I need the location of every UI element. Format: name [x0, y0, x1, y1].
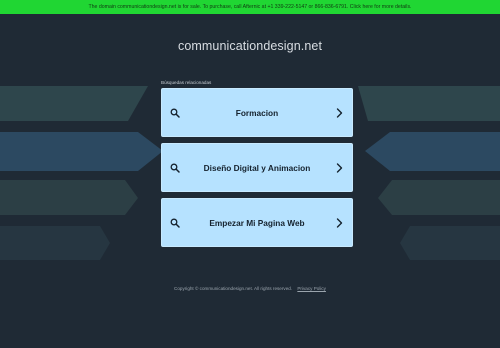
bg-shape-right-4 — [400, 226, 500, 260]
privacy-policy-link[interactable]: Privacy Policy — [297, 286, 326, 291]
related-search-label: Diseño Digital y Animacion — [203, 162, 311, 173]
related-searches-heading: Búsquedas relacionadas — [161, 80, 212, 85]
chevron-right-icon — [336, 162, 343, 173]
bg-shape-right-3 — [378, 180, 500, 215]
related-search-empezar-pagina[interactable]: Empezar Mi Pagina Web — [161, 198, 353, 247]
chevron-right-icon — [336, 217, 343, 228]
bg-shape-left-2 — [0, 132, 163, 171]
bg-shape-right-1 — [358, 86, 500, 121]
related-search-diseno-digital[interactable]: Diseño Digital y Animacion — [161, 143, 353, 192]
domain-title: communicationdesign.net — [177, 39, 323, 53]
related-search-formacion[interactable]: Formacion — [161, 88, 353, 137]
related-search-label: Formacion — [235, 107, 279, 118]
bg-shape-left-1 — [0, 86, 148, 121]
bg-shape-left-4 — [0, 226, 110, 260]
copyright-text: Copyright © communicationdesign.net. All… — [174, 286, 293, 291]
related-search-label: Empezar Mi Pagina Web — [209, 217, 305, 228]
chevron-right-icon — [336, 107, 343, 118]
bg-shape-right-2 — [365, 132, 500, 171]
footer: Copyright © communicationdesign.net. All… — [0, 286, 500, 291]
bg-shape-left-3 — [0, 180, 138, 215]
